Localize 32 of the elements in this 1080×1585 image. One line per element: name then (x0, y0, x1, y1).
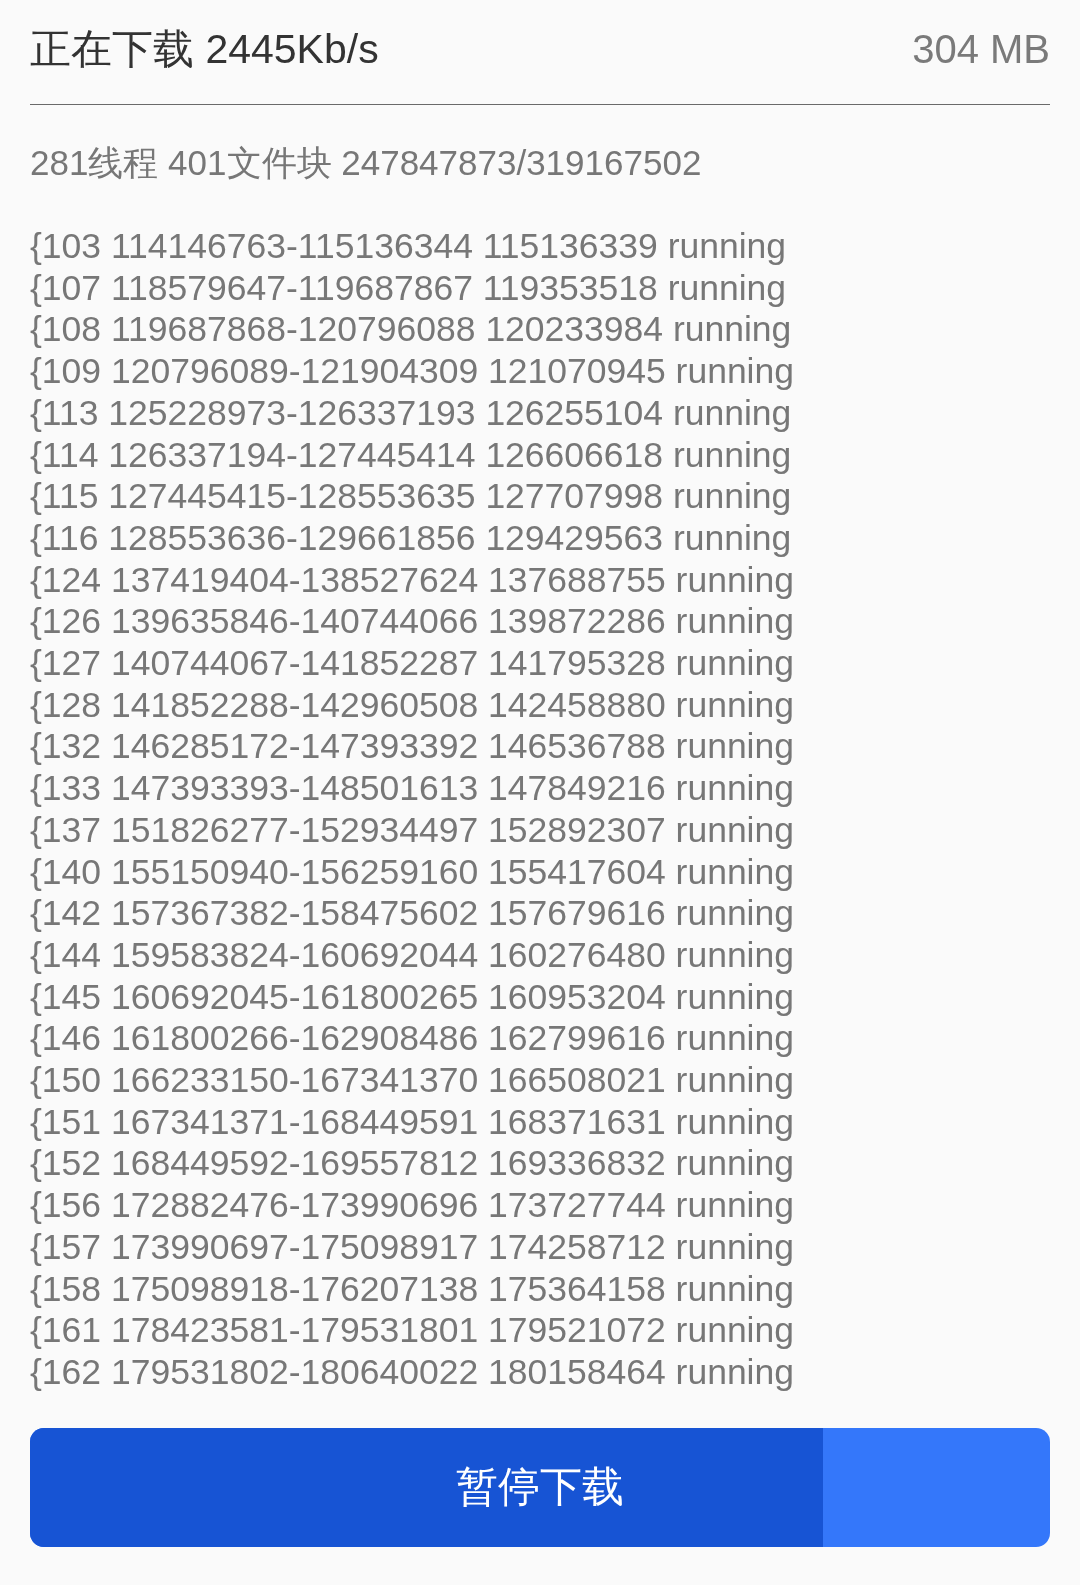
thread-log-line: {144 159583824-160692044 160276480 running (30, 934, 794, 977)
thread-log-line: {126 139635846-140744066 139872286 running (30, 601, 794, 644)
thread-log-line: {151 167341371-168449591 168371631 running (30, 1101, 794, 1144)
thread-log-line: {161 178423581-179531801 179521072 running (30, 1310, 794, 1352)
file-size-text: 304 MB (912, 26, 1050, 73)
thread-log-line: {152 168449592-169557812 169336832 running (30, 1143, 794, 1186)
thread-log-line: {132 146285172-147393392 146536788 running (30, 726, 794, 769)
thread-log-line: {107 118579647-119687867 119353518 running (30, 267, 787, 310)
thread-log-line: {124 137419404-138527624 137688755 running (30, 559, 794, 602)
pause-download-button[interactable]: 暂停下载 (30, 1427, 1050, 1547)
thread-log-line: {137 151826277-152934497 152892307 running (30, 809, 794, 852)
thread-log-line: {150 166233150-167341370 166508021 running (30, 1060, 794, 1102)
thread-log-line: {109 120796089-121904309 121070945 running (30, 351, 794, 393)
thread-log-line: {156 172882476-173990696 173727744 running (30, 1185, 794, 1227)
thread-log-line: {114 126337194-127445414 126606618 running (30, 434, 792, 477)
thread-log-line: {128 141852288-142960508 142458880 running (30, 684, 794, 727)
summary-text: 281线程 401文件块 247847873/319167502 (30, 142, 702, 184)
thread-log-line: {115 127445415-128553635 127707998 running (30, 476, 792, 518)
thread-log-line: {162 179531802-180640022 180158464 running (30, 1352, 794, 1394)
download-speed-text: 正在下载 2445Kb/s (30, 25, 379, 74)
thread-log-line: {108 119687868-120796088 120233984 running (30, 309, 792, 352)
thread-log-line: {145 160692045-161800265 160953204 running (30, 976, 794, 1019)
thread-log-line: {113 125228973-126337193 126255104 running (30, 392, 792, 435)
thread-log-line: {157 173990697-175098917 174258712 running (30, 1226, 794, 1269)
thread-log-line: {140 155150940-156259160 155417604 running (30, 851, 794, 894)
thread-log-line: {133 147393393-148501613 147849216 running (30, 768, 794, 810)
thread-log-line: {146 161800266-162908486 162799616 running (30, 1018, 794, 1061)
thread-log-line: {116 128553636-129661856 129429563 running (30, 517, 792, 560)
thread-log-line: {103 114146763-115136344 115136339 running (30, 226, 787, 268)
thread-log-line: {127 140744067-141852287 141795328 running (30, 643, 794, 685)
thread-log-line: {158 175098918-176207138 175364158 running (30, 1268, 794, 1311)
thread-log-line: {142 157367382-158475602 157679616 running (30, 893, 794, 935)
